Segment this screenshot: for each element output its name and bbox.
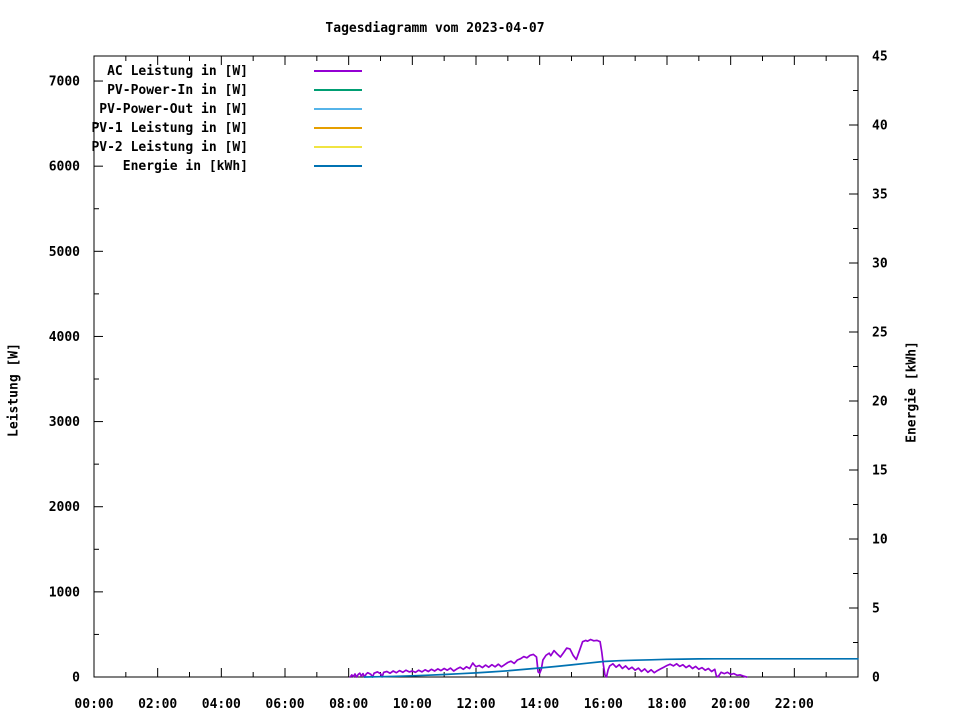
y-left-tick-label: 7000 [49,75,80,90]
legend-label-ac-leistung: AC Leistung in [W] [107,64,248,79]
y-left-tick-label: 0 [72,671,80,686]
x-tick-label: 12:00 [456,697,495,712]
y-left-tick-label: 4000 [49,330,80,345]
y-right-tick-label: 0 [872,671,880,686]
legend-label-energie: Energie in [kWh] [123,159,248,174]
y-left-tick-label: 3000 [49,415,80,430]
x-tick-label: 00:00 [74,697,113,712]
y-right-tick-label: 5 [872,602,880,617]
y-right-tick-label: 15 [872,464,888,479]
x-tick-label: 20:00 [711,697,750,712]
x-tick-label: 22:00 [775,697,814,712]
legend-label-pv-power-out: PV-Power-Out in [W] [99,102,248,117]
y-right-tick-label: 20 [872,395,888,410]
x-tick-label: 08:00 [329,697,368,712]
y-right-tick-label: 25 [872,326,888,341]
x-tick-label: 04:00 [202,697,241,712]
legend-label-pv-power-in: PV-Power-In in [W] [107,83,248,98]
y-left-tick-label: 5000 [49,245,80,260]
x-tick-label: 10:00 [393,697,432,712]
x-tick-label: 06:00 [265,697,304,712]
chart-screen: Tagesdiagramm vom 2023-04-07 Leistung [W… [0,0,960,720]
x-tick-label: 02:00 [138,697,177,712]
y-right-tick-label: 45 [872,50,888,65]
x-tick-label: 18:00 [647,697,686,712]
series-line-energie [363,657,859,678]
y-left-tick-label: 1000 [49,585,80,600]
x-tick-label: 14:00 [520,697,559,712]
y-right-tick-label: 40 [872,119,888,134]
y-left-tick-label: 2000 [49,500,80,515]
y-right-tick-label: 30 [872,257,888,272]
x-tick-label: 16:00 [584,697,623,712]
y-right-tick-label: 10 [872,533,888,548]
legend-label-pv1-leistung: PV-1 Leistung in [W] [91,121,248,136]
y-right-tick-label: 35 [872,188,888,203]
plot-canvas: 00:00 02:00 04:00 06:00 08:00 10:00 12:00 14:00… [49,50,888,713]
y-left-tick-label: 6000 [49,160,80,175]
legend-label-pv2-leistung: PV-2 Leistung in [W] [91,140,248,155]
